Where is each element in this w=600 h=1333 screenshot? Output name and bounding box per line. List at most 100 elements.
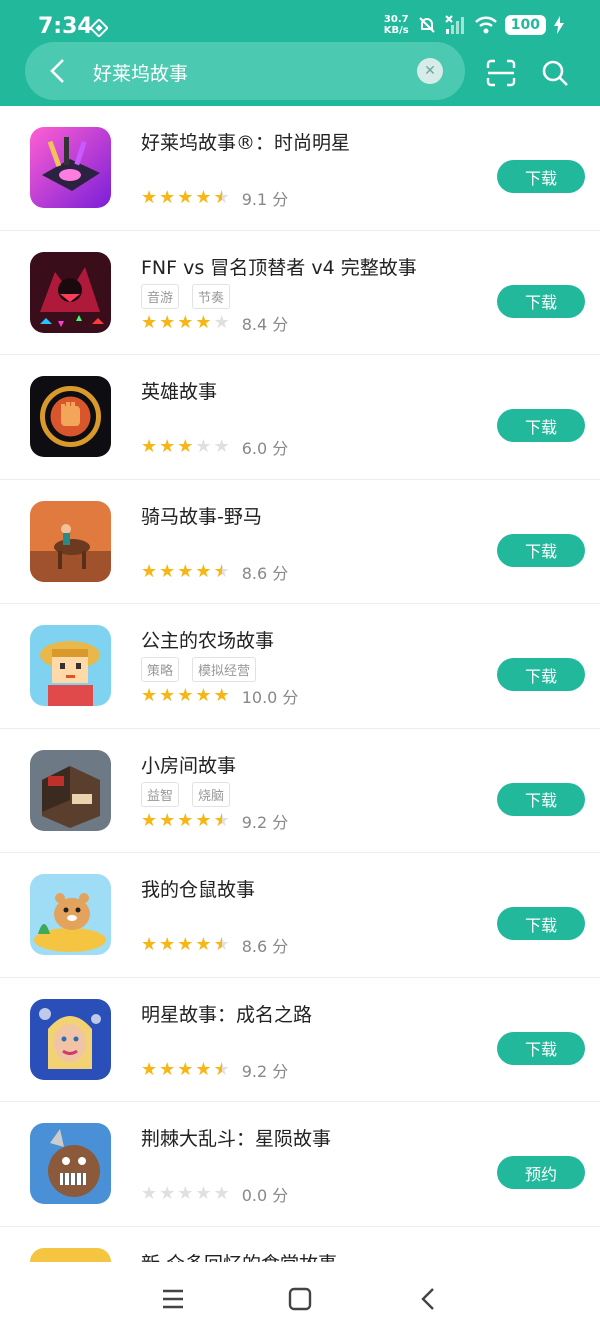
- app-score: 10.0 分: [241, 688, 299, 707]
- star-icon: ★: [195, 1183, 212, 1204]
- star-icon: ★: [177, 934, 194, 955]
- home-icon[interactable]: [285, 1284, 315, 1314]
- app-list: 好莱坞故事®：时尚明星 ★ ★ ★ ★ ★ 9.1 分下载 FNF vs 冒名顶替者 v4 完…: [0, 106, 600, 1267]
- download-button[interactable]: 下载: [497, 1031, 585, 1065]
- app-score: 6.0 分: [241, 439, 289, 458]
- app-name[interactable]: 荆棘大乱斗：星陨故事: [141, 1124, 331, 1151]
- download-button[interactable]: 下载: [497, 533, 585, 567]
- app-list-item[interactable]: 骑马故事-野马 ★ ★ ★ ★ ★ 8.6 分下载: [0, 480, 600, 604]
- star-icon: ★: [213, 311, 230, 333]
- mute-bell-icon: [419, 17, 435, 33]
- star-icon: ★: [177, 685, 194, 706]
- status-bar: 7:34 30.7 KB/s 100: [0, 0, 600, 42]
- app-icon[interactable]: [30, 251, 111, 333]
- app-name[interactable]: 明星故事：成名之路: [141, 1000, 312, 1027]
- star-icon: ★: [141, 934, 158, 955]
- app-name[interactable]: 我的仓鼠故事: [141, 875, 255, 902]
- app-list-item[interactable]: 荆棘大乱斗：星陨故事 ★ ★ ★ ★ ★ 0.0 分预约: [0, 1102, 600, 1227]
- star-icon: ★: [159, 1058, 176, 1080]
- star-icon: ★: [159, 560, 176, 582]
- star-icon: ★: [195, 187, 212, 208]
- app-tag: 节奏: [192, 283, 231, 309]
- reserve-button[interactable]: 预约: [497, 1156, 585, 1189]
- back-icon[interactable]: [41, 54, 75, 88]
- star-icon: ★: [141, 436, 158, 457]
- star-icon: ★: [213, 809, 230, 831]
- app-notification-icon: [90, 19, 108, 37]
- download-button[interactable]: 下载: [497, 409, 585, 442]
- app-score: 9.2 分: [241, 812, 289, 832]
- charging-icon: [554, 16, 564, 34]
- star-icon: ★: [159, 187, 176, 208]
- app-list-item[interactable]: 明星故事：成名之路 ★ ★ ★ ★ ★ 9.2 分 下载: [0, 978, 600, 1102]
- scan-icon[interactable]: [484, 56, 518, 90]
- download-button[interactable]: 下载: [497, 782, 585, 816]
- app-score: 9.1 分: [241, 190, 289, 209]
- app-score: 8.6 分: [241, 563, 289, 583]
- app-name[interactable]: 骑马故事-野马: [141, 502, 262, 529]
- search-icon[interactable]: [538, 56, 572, 90]
- download-button[interactable]: 下载: [497, 160, 585, 193]
- app-tag: 音游: [141, 283, 180, 309]
- app-icon[interactable]: [30, 749, 111, 831]
- star-icon: ★: [141, 311, 158, 333]
- status-time: 7:34: [38, 14, 93, 39]
- app-rating: ★ ★ ★ ★ ★ 9.2 分: [141, 1058, 288, 1082]
- system-nav-bar: [0, 1262, 600, 1333]
- download-button[interactable]: 下载: [497, 284, 585, 318]
- search-input[interactable]: 好莱坞故事: [93, 59, 188, 86]
- nav-back-icon[interactable]: [413, 1284, 443, 1314]
- download-button[interactable]: 下载: [497, 907, 585, 940]
- star-icon: ★: [177, 1183, 194, 1204]
- wifi-icon: [474, 16, 497, 34]
- app-list-item[interactable]: 英雄故事 ★ ★ ★ ★ ★ 6.0 分下载: [0, 355, 600, 480]
- star-icon: ★: [177, 436, 194, 457]
- star-icon: ★: [177, 809, 194, 831]
- clear-icon[interactable]: ✕: [417, 58, 443, 84]
- app-name[interactable]: FNF vs 冒名顶替者 v4 完整故事: [141, 253, 417, 280]
- star-icon: ★: [195, 685, 212, 706]
- app-icon[interactable]: [30, 625, 111, 706]
- star-icon: ★: [213, 934, 230, 955]
- star-icon: ★: [141, 560, 158, 582]
- star-icon: ★: [195, 311, 212, 333]
- app-name[interactable]: 好莱坞故事®：时尚明星: [141, 128, 350, 155]
- app-icon[interactable]: [30, 874, 111, 955]
- app-rating: ★ ★ ★ ★ ★ 8.6 分: [141, 933, 288, 957]
- app-icon[interactable]: [30, 376, 111, 457]
- star-icon: ★: [159, 685, 176, 706]
- app-list-item[interactable]: FNF vs 冒名顶替者 v4 完整故事 音游 节奏 ★ ★ ★ ★ ★ 8.4 分下载: [0, 231, 600, 355]
- star-icon: ★: [141, 809, 158, 831]
- app-icon[interactable]: [30, 1123, 111, 1204]
- app-tags: 策略 模拟经营: [141, 657, 257, 682]
- header: 7:34 30.7 KB/s 100 好莱坞故事 ✕: [0, 0, 600, 106]
- star-icon: ★: [141, 1058, 158, 1080]
- star-icon: ★: [159, 311, 176, 333]
- app-name[interactable]: 英雄故事: [141, 377, 217, 404]
- app-tag: 烧脑: [192, 781, 231, 807]
- menu-icon[interactable]: [158, 1284, 188, 1314]
- app-list-item[interactable]: 好莱坞故事®：时尚明星 ★ ★ ★ ★ ★ 9.1 分下载: [0, 106, 600, 231]
- app-name[interactable]: 小房间故事: [141, 751, 236, 778]
- app-list-item[interactable]: 公主的农场故事 策略 模拟经营 ★ ★ ★ ★ ★ 10.0 分下载: [0, 604, 600, 729]
- app-tag: 益智: [141, 781, 180, 807]
- star-icon: ★: [177, 311, 194, 333]
- download-button[interactable]: 下载: [497, 658, 585, 691]
- star-icon: ★: [213, 685, 230, 706]
- app-icon[interactable]: [30, 998, 111, 1080]
- battery-level: 100: [504, 15, 546, 35]
- app-list-item[interactable]: 小房间故事 益智 烧脑 ★ ★ ★ ★ ★ 9.2 分下载: [0, 729, 600, 853]
- app-tag: 模拟经营: [192, 657, 257, 682]
- app-list-item[interactable]: 我的仓鼠故事 ★ ★ ★ ★ ★ 8.6 分下载: [0, 853, 600, 978]
- signal-icon: [445, 15, 464, 34]
- app-icon[interactable]: [30, 127, 111, 208]
- app-rating: ★ ★ ★ ★ ★ 10.0 分: [141, 684, 298, 708]
- search-box[interactable]: 好莱坞故事 ✕: [25, 42, 465, 100]
- app-rating: ★ ★ ★ ★ ★ 9.2 分: [141, 809, 288, 833]
- app-list-item-partial[interactable]: 新·众多回忆的食堂故事: [0, 1227, 600, 1267]
- star-icon: ★: [213, 1183, 230, 1204]
- app-icon[interactable]: [30, 500, 111, 582]
- app-score: 8.6 分: [241, 937, 289, 956]
- app-name[interactable]: 公主的农场故事: [141, 626, 274, 653]
- star-icon: ★: [195, 809, 212, 831]
